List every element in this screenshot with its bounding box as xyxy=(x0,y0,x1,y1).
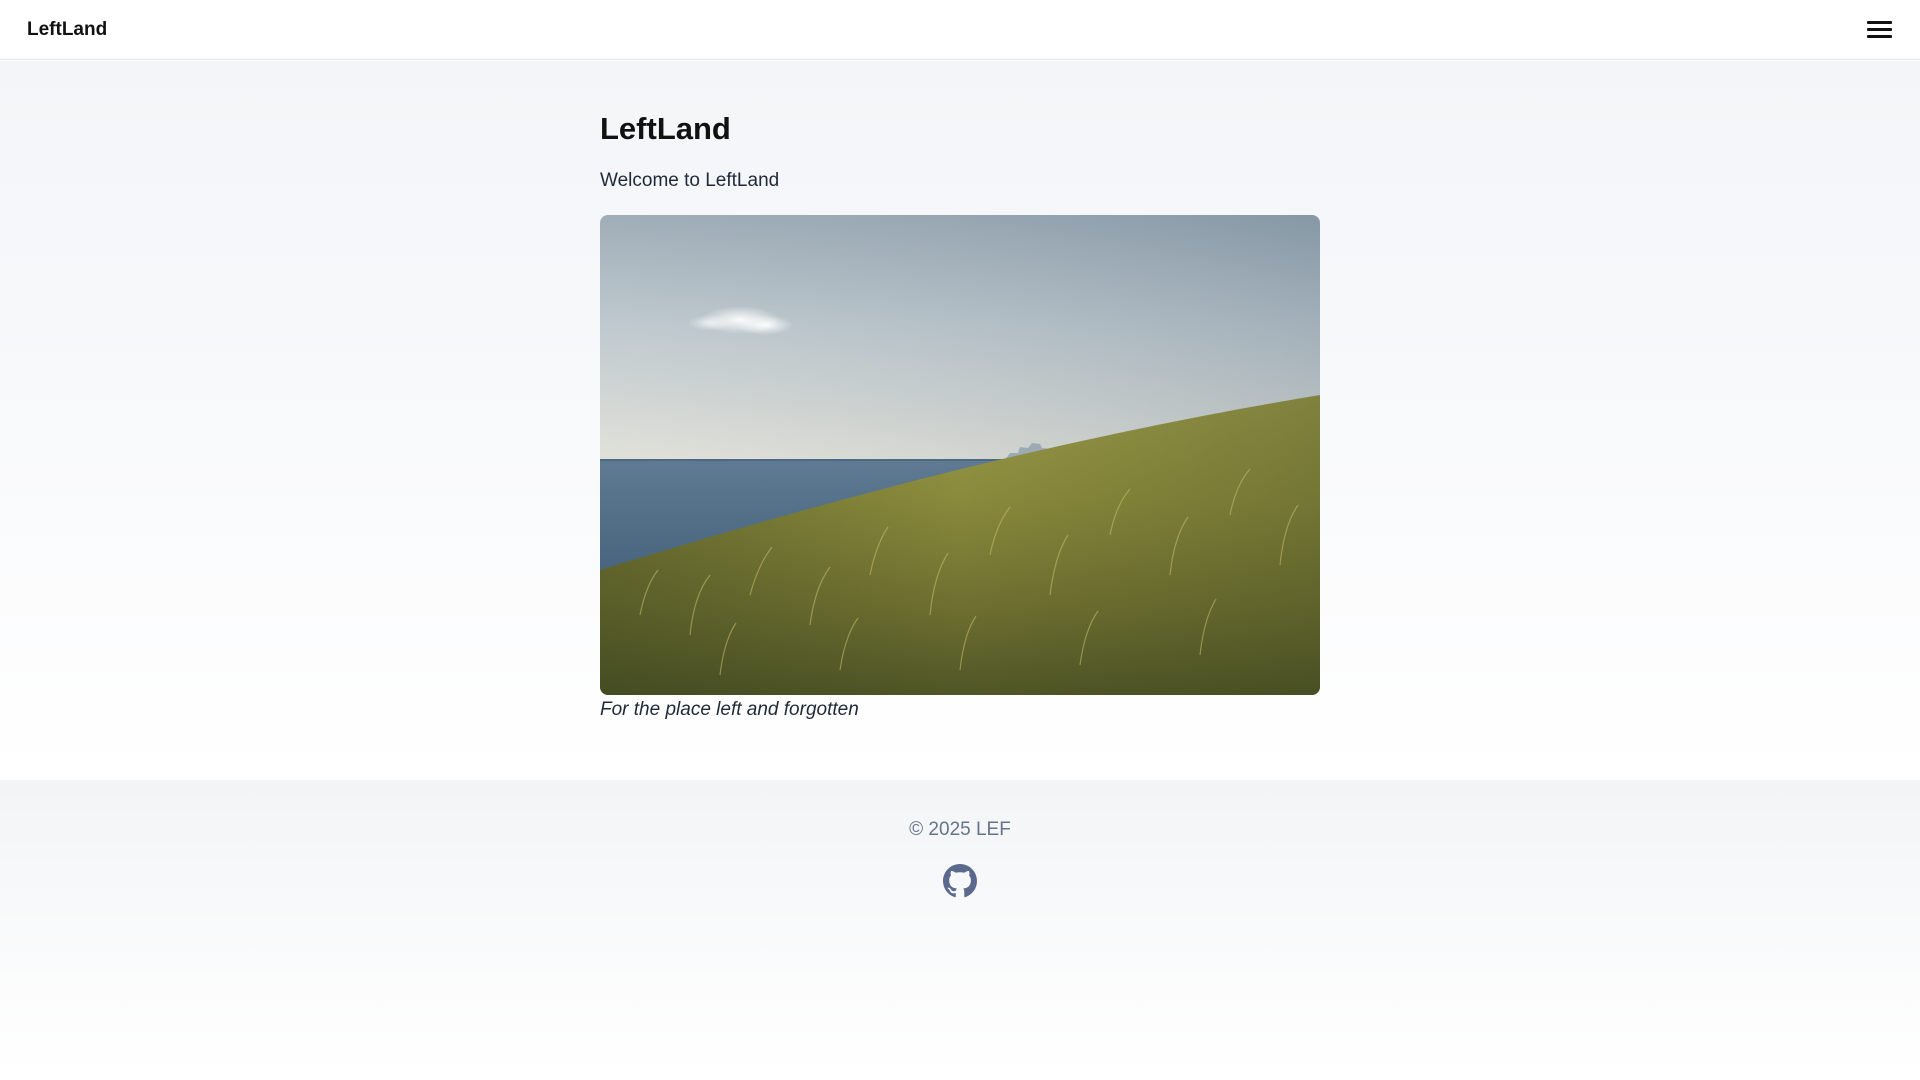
main-content: LeftLand Welcome to LeftLand For the pla… xyxy=(0,61,1920,780)
github-icon xyxy=(943,864,977,898)
hamburger-menu-button[interactable] xyxy=(1864,18,1894,42)
menu-bar-bottom xyxy=(1867,35,1892,38)
copyright-text: © 2025 LEF xyxy=(909,819,1011,840)
github-link[interactable] xyxy=(943,864,977,898)
footer: © 2025 LEF xyxy=(0,780,1920,1080)
menu-bar-middle xyxy=(1867,28,1892,31)
image-caption: For the place left and forgotten xyxy=(600,699,859,720)
welcome-text: Welcome to LeftLand xyxy=(600,170,780,191)
page-title: LeftLand xyxy=(600,111,731,146)
top-navbar: LeftLand xyxy=(0,0,1920,60)
brand-logo-link[interactable]: LeftLand xyxy=(27,17,107,43)
menu-bar-top xyxy=(1867,21,1892,24)
hero-image xyxy=(600,215,1320,695)
